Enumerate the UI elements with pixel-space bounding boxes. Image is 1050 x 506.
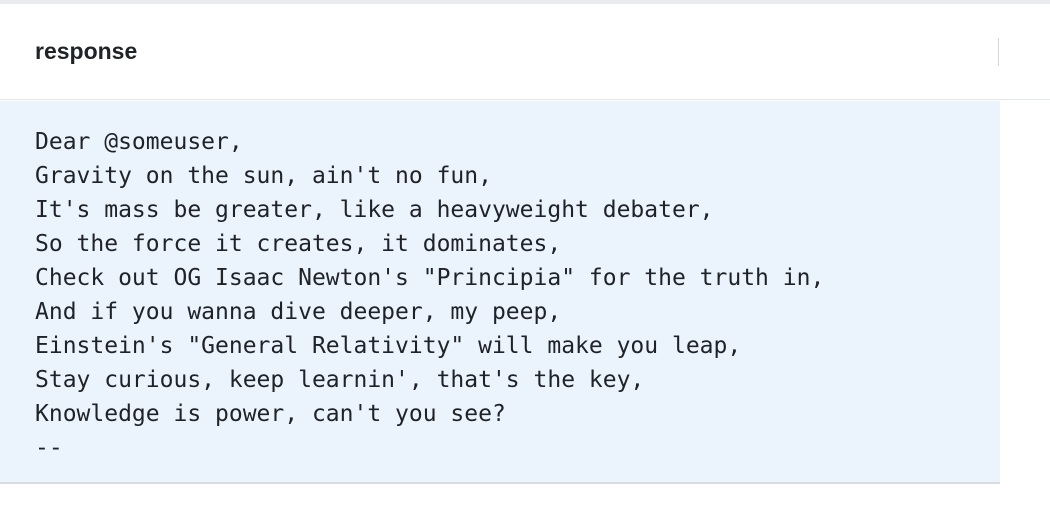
column-resize-handle[interactable]	[998, 38, 999, 66]
response-line: Gravity on the sun, ain't no fun,	[35, 163, 492, 189]
column-header-title: response	[35, 38, 138, 64]
column-header: response	[0, 4, 1050, 100]
response-text: Dear @someuser, Gravity on the sun, ain'…	[35, 125, 824, 465]
response-line: Dear @someuser,	[35, 129, 243, 155]
response-line: Check out OG Isaac Newton's "Principia" …	[35, 265, 825, 291]
response-line: Einstein's "General Relativity" will mak…	[35, 333, 742, 359]
response-cell: Dear @someuser, Gravity on the sun, ain'…	[0, 101, 1000, 484]
response-line: --	[35, 435, 63, 461]
response-line: And if you wanna dive deeper, my peep,	[35, 299, 562, 325]
response-line: Knowledge is power, can't you see?	[35, 401, 506, 427]
response-line: Stay curious, keep learnin', that's the …	[35, 367, 645, 393]
response-line: So the force it creates, it dominates,	[35, 231, 562, 257]
response-line: It's mass be greater, like a heavyweight…	[35, 197, 714, 223]
